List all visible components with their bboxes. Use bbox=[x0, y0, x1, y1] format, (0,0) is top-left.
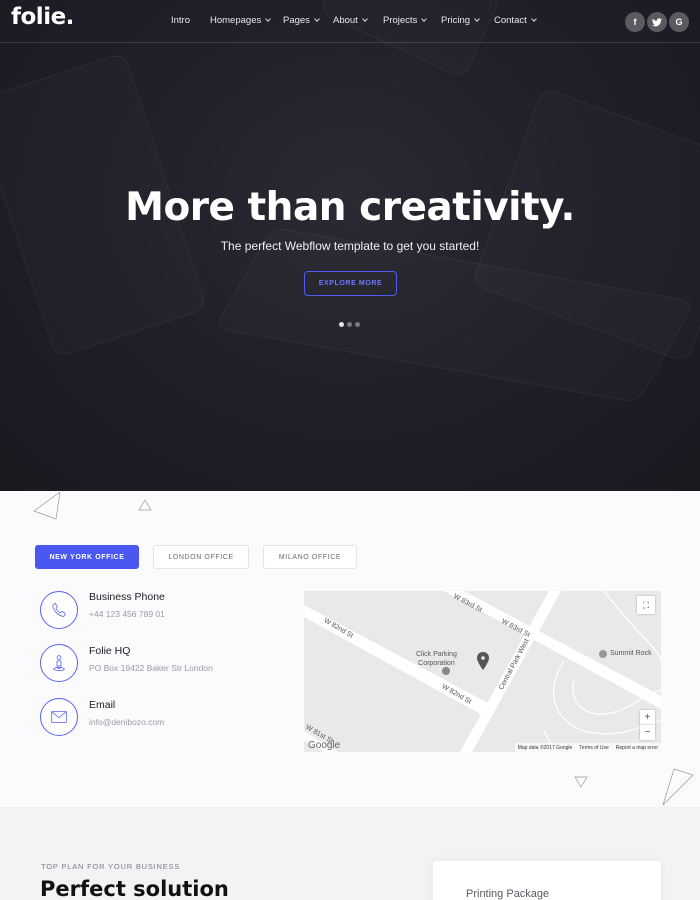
hero-title: More than creativity. bbox=[125, 185, 575, 230]
google-map[interactable]: W 83rd St W 83rd St W 82nd St W 82nd St … bbox=[304, 591, 661, 752]
map-zoom-out-button[interactable]: − bbox=[640, 725, 655, 740]
hero-section: More than creativity. The perfect Webflo… bbox=[0, 0, 700, 491]
chevron-down-icon bbox=[314, 16, 320, 22]
main-menu: Intro Homepages Pages About Projects Pri… bbox=[0, 15, 700, 29]
email-value[interactable]: info@denibozo.com bbox=[89, 717, 164, 727]
decor-triangle-icon bbox=[662, 768, 694, 806]
tab-london-office[interactable]: LONDON OFFICE bbox=[153, 545, 249, 569]
top-navbar: folie. Intro Homepages Pages About Proje… bbox=[0, 0, 700, 43]
map-place-line: Click Parking bbox=[416, 651, 457, 658]
facebook-icon[interactable]: f bbox=[625, 12, 645, 32]
nav-item-about[interactable]: About bbox=[333, 15, 368, 26]
map-data-credit: Map data ©2017 Google bbox=[517, 745, 573, 751]
plan-kicker: TOP PLAN FOR YOUR BUSINESS bbox=[41, 862, 181, 871]
chevron-down-icon bbox=[530, 16, 537, 22]
nav-item-label: Pricing bbox=[441, 15, 471, 26]
nav-item-label: Pages bbox=[283, 15, 310, 26]
twitter-bird-glyph bbox=[652, 17, 662, 26]
slider-dot-1[interactable] bbox=[339, 322, 344, 327]
map-place-label-summit-rock: Summit Rock bbox=[610, 650, 652, 657]
nav-item-label: About bbox=[333, 15, 358, 26]
nav-item-label: Contact bbox=[494, 15, 527, 26]
folie-hq-title: Folie HQ bbox=[89, 645, 131, 657]
chevron-down-icon bbox=[361, 16, 368, 22]
twitter-icon[interactable] bbox=[647, 12, 667, 32]
slider-dot-2[interactable] bbox=[347, 322, 352, 327]
chevron-down-icon bbox=[421, 16, 428, 22]
phone-icon bbox=[40, 591, 78, 629]
person-pin-icon bbox=[40, 644, 78, 682]
chevron-down-icon bbox=[265, 16, 272, 22]
nav-item-intro[interactable]: Intro bbox=[171, 15, 190, 26]
tab-new-york-office[interactable]: NEW YORK OFFICE bbox=[35, 545, 139, 569]
nav-item-pages[interactable]: Pages bbox=[283, 15, 320, 26]
business-phone-title: Business Phone bbox=[89, 591, 165, 603]
decor-triangle-icon bbox=[574, 776, 588, 788]
nav-item-contact[interactable]: Contact bbox=[494, 15, 537, 26]
nav-item-pricing[interactable]: Pricing bbox=[441, 15, 480, 26]
map-zoom-in-button[interactable]: + bbox=[640, 710, 655, 725]
nav-item-projects[interactable]: Projects bbox=[383, 15, 428, 26]
map-roads bbox=[304, 591, 661, 752]
slider-dot-3[interactable] bbox=[355, 322, 360, 327]
google-logo: Google bbox=[308, 740, 341, 751]
plan-section: TOP PLAN FOR YOUR BUSINESS Perfect solut… bbox=[0, 807, 700, 900]
business-phone-value: +44 123 456 789 01 bbox=[89, 609, 165, 619]
pricing-card[interactable]: Printing Package bbox=[433, 861, 661, 900]
slider-dots bbox=[339, 322, 360, 327]
nav-item-label: Projects bbox=[383, 15, 418, 26]
fullscreen-icon[interactable]: ⛶ bbox=[637, 596, 655, 614]
nav-item-homepages[interactable]: Homepages bbox=[210, 15, 272, 26]
explore-more-button[interactable]: EXPLORE MORE bbox=[304, 271, 397, 296]
map-place-label-parking: Click Parking Corporation bbox=[416, 650, 457, 668]
tab-milano-office[interactable]: MILANO OFFICE bbox=[263, 545, 357, 569]
contact-section: NEW YORK OFFICE LONDON OFFICE MILANO OFF… bbox=[0, 491, 700, 807]
hero-subtitle: The perfect Webflow template to get you … bbox=[220, 239, 480, 253]
decor-triangle-icon bbox=[33, 491, 61, 520]
chevron-down-icon bbox=[474, 16, 480, 22]
decor-triangle-icon bbox=[138, 499, 152, 511]
map-footer: Map data ©2017 Google Terms of Use Repor… bbox=[514, 743, 661, 752]
map-report-error-link[interactable]: Report a map error bbox=[616, 745, 658, 751]
map-terms-link[interactable]: Terms of Use bbox=[579, 745, 608, 751]
map-place-line: Corporation bbox=[418, 660, 455, 667]
nav-item-label: Homepages bbox=[210, 15, 262, 26]
envelope-icon bbox=[40, 698, 78, 736]
folie-hq-value: PO Box 19422 Baker Str London bbox=[89, 663, 213, 673]
pricing-card-label: Printing Package bbox=[466, 888, 550, 900]
plan-title: Perfect solution bbox=[40, 877, 229, 900]
google-icon[interactable]: G bbox=[669, 12, 689, 32]
nav-item-label: Intro bbox=[171, 15, 191, 26]
email-title: Email bbox=[89, 699, 116, 711]
